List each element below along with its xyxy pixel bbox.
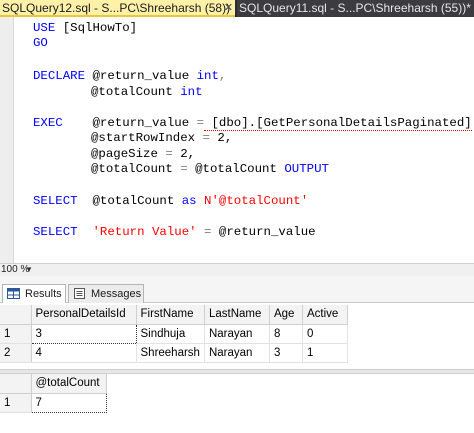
procedure-name: [dbo].[GetPersonalDetailsPaginated] bbox=[204, 116, 472, 131]
code-line-1: USE [SqlHowTo] bbox=[33, 21, 137, 36]
code-line-5: @totalCount int bbox=[91, 85, 203, 100]
close-icon[interactable]: ✕ bbox=[222, 0, 235, 17]
string-literal: 'Return Value' bbox=[77, 225, 197, 239]
editor-margin bbox=[0, 17, 14, 263]
grid-header-row: @totalCount bbox=[0, 374, 107, 394]
table-cell[interactable]: 3 bbox=[30, 323, 137, 344]
operator: = bbox=[180, 162, 188, 176]
code-text: @return_value bbox=[62, 116, 197, 130]
zoom-bar: 100 % ▼ bbox=[0, 263, 474, 276]
table-cell[interactable]: 8 bbox=[269, 324, 303, 344]
operator: = bbox=[202, 131, 210, 145]
tab-sqlquery11-label: SQLQuery11.sql - S...PC\Shreeharsh (55))… bbox=[239, 1, 471, 15]
column-header[interactable]: PersonalDetailsId bbox=[31, 305, 137, 325]
code-text: @totalCount bbox=[77, 194, 182, 208]
document-tab-bar: SQLQuery12.sql - S...PC\Shreeharsh (58))… bbox=[0, 0, 474, 17]
column-header[interactable]: LastName bbox=[204, 305, 270, 325]
result-grid-1: PersonalDetailsId FirstName LastName Age… bbox=[0, 305, 348, 363]
type-keyword: int bbox=[180, 85, 203, 99]
table-cell[interactable]: 3 bbox=[269, 343, 303, 363]
code-line-7: EXEC @return_value = [dbo].[GetPersonalD… bbox=[33, 116, 472, 131]
results-tab-strip: Results Messages bbox=[0, 276, 474, 303]
keyword: SELECT bbox=[33, 225, 78, 239]
string-literal: N'@totalCount' bbox=[196, 194, 309, 208]
keyword: OUTPUT bbox=[284, 162, 329, 176]
table-cell[interactable]: 1 bbox=[302, 343, 348, 363]
code-text: @totalCount bbox=[91, 85, 181, 99]
table-cell[interactable]: Narayan bbox=[204, 324, 270, 344]
table-row[interactable]: 2 4 Shreeharsh Narayan 3 1 bbox=[0, 343, 348, 363]
table-cell[interactable]: 7 bbox=[30, 392, 107, 413]
keyword: as bbox=[181, 194, 197, 208]
code-text: 2, bbox=[172, 147, 196, 161]
code-text: [SqlHowTo] bbox=[55, 21, 138, 35]
table-row[interactable]: 1 7 bbox=[0, 392, 107, 413]
query-editor[interactable]: USE [SqlHowTo] GO DECLARE @return_value … bbox=[0, 17, 474, 263]
grid-header-row: PersonalDetailsId FirstName LastName Age… bbox=[0, 305, 348, 325]
table-cell[interactable]: 4 bbox=[31, 343, 137, 363]
code-text: @totalCount bbox=[187, 162, 285, 176]
code-text: @startRowIndex bbox=[91, 131, 203, 145]
grid-corner[interactable] bbox=[0, 305, 32, 325]
tab-results-label: Results bbox=[25, 288, 62, 300]
table-cell[interactable]: Sindhuja bbox=[136, 324, 205, 344]
row-number[interactable]: 1 bbox=[0, 393, 32, 413]
column-header[interactable]: Active bbox=[302, 305, 348, 325]
code-line-12: SELECT @totalCount as N'@totalCount' bbox=[33, 194, 308, 209]
tab-sqlquery12-label: SQLQuery12.sql - S...PC\Shreeharsh (58)) bbox=[2, 1, 231, 15]
table-cell[interactable]: Narayan bbox=[204, 343, 270, 363]
grid-corner[interactable] bbox=[0, 374, 32, 394]
code-line-10: @totalCount = @totalCount OUTPUT bbox=[91, 162, 329, 177]
keyword: GO bbox=[33, 36, 48, 50]
type-keyword: int bbox=[196, 69, 219, 83]
operator: = bbox=[165, 147, 173, 161]
code-line-4: DECLARE @return_value int, bbox=[33, 69, 226, 84]
tab-sqlquery12[interactable]: SQLQuery12.sql - S...PC\Shreeharsh (58)) bbox=[0, 0, 235, 17]
code-line-14: SELECT 'Return Value' = @return_value bbox=[33, 225, 316, 240]
tab-messages-label: Messages bbox=[91, 288, 142, 300]
operator: , bbox=[218, 69, 227, 83]
results-pane: PersonalDetailsId FirstName LastName Age… bbox=[0, 303, 474, 433]
tab-messages[interactable]: Messages bbox=[68, 284, 144, 303]
operator: = bbox=[196, 225, 212, 239]
grid-icon bbox=[7, 288, 20, 299]
operator: = bbox=[196, 116, 205, 130]
keyword: EXEC bbox=[33, 116, 63, 130]
code-text: @return_value bbox=[85, 69, 197, 83]
code-line-8: @startRowIndex = 2, bbox=[91, 131, 232, 146]
column-header[interactable]: @totalCount bbox=[31, 374, 107, 394]
tab-results[interactable]: Results bbox=[2, 284, 66, 303]
code-text: @totalCount bbox=[91, 162, 181, 176]
code-text: @pageSize bbox=[91, 147, 166, 161]
keyword: USE bbox=[33, 21, 56, 35]
table-cell[interactable]: Shreeharsh bbox=[136, 343, 205, 363]
code-text: 2, bbox=[209, 131, 233, 145]
row-number[interactable]: 2 bbox=[0, 343, 32, 363]
result-grid-2: @totalCount 1 7 bbox=[0, 374, 107, 413]
code-text: @return_value bbox=[211, 225, 316, 239]
keyword: DECLARE bbox=[33, 69, 86, 83]
table-row[interactable]: 1 3 Sindhuja Narayan 8 0 bbox=[0, 323, 348, 344]
messages-icon bbox=[74, 288, 85, 299]
column-header[interactable]: Age bbox=[269, 305, 303, 325]
chevron-down-icon[interactable]: ▼ bbox=[25, 264, 33, 276]
table-cell[interactable]: 0 bbox=[302, 324, 348, 344]
column-header[interactable]: FirstName bbox=[136, 305, 205, 325]
keyword: SELECT bbox=[33, 194, 78, 208]
row-number[interactable]: 1 bbox=[0, 324, 32, 344]
tab-sqlquery11[interactable]: SQLQuery11.sql - S...PC\Shreeharsh (55))… bbox=[237, 0, 474, 17]
code-line-9: @pageSize = 2, bbox=[91, 147, 195, 162]
code-line-2: GO bbox=[33, 36, 48, 51]
